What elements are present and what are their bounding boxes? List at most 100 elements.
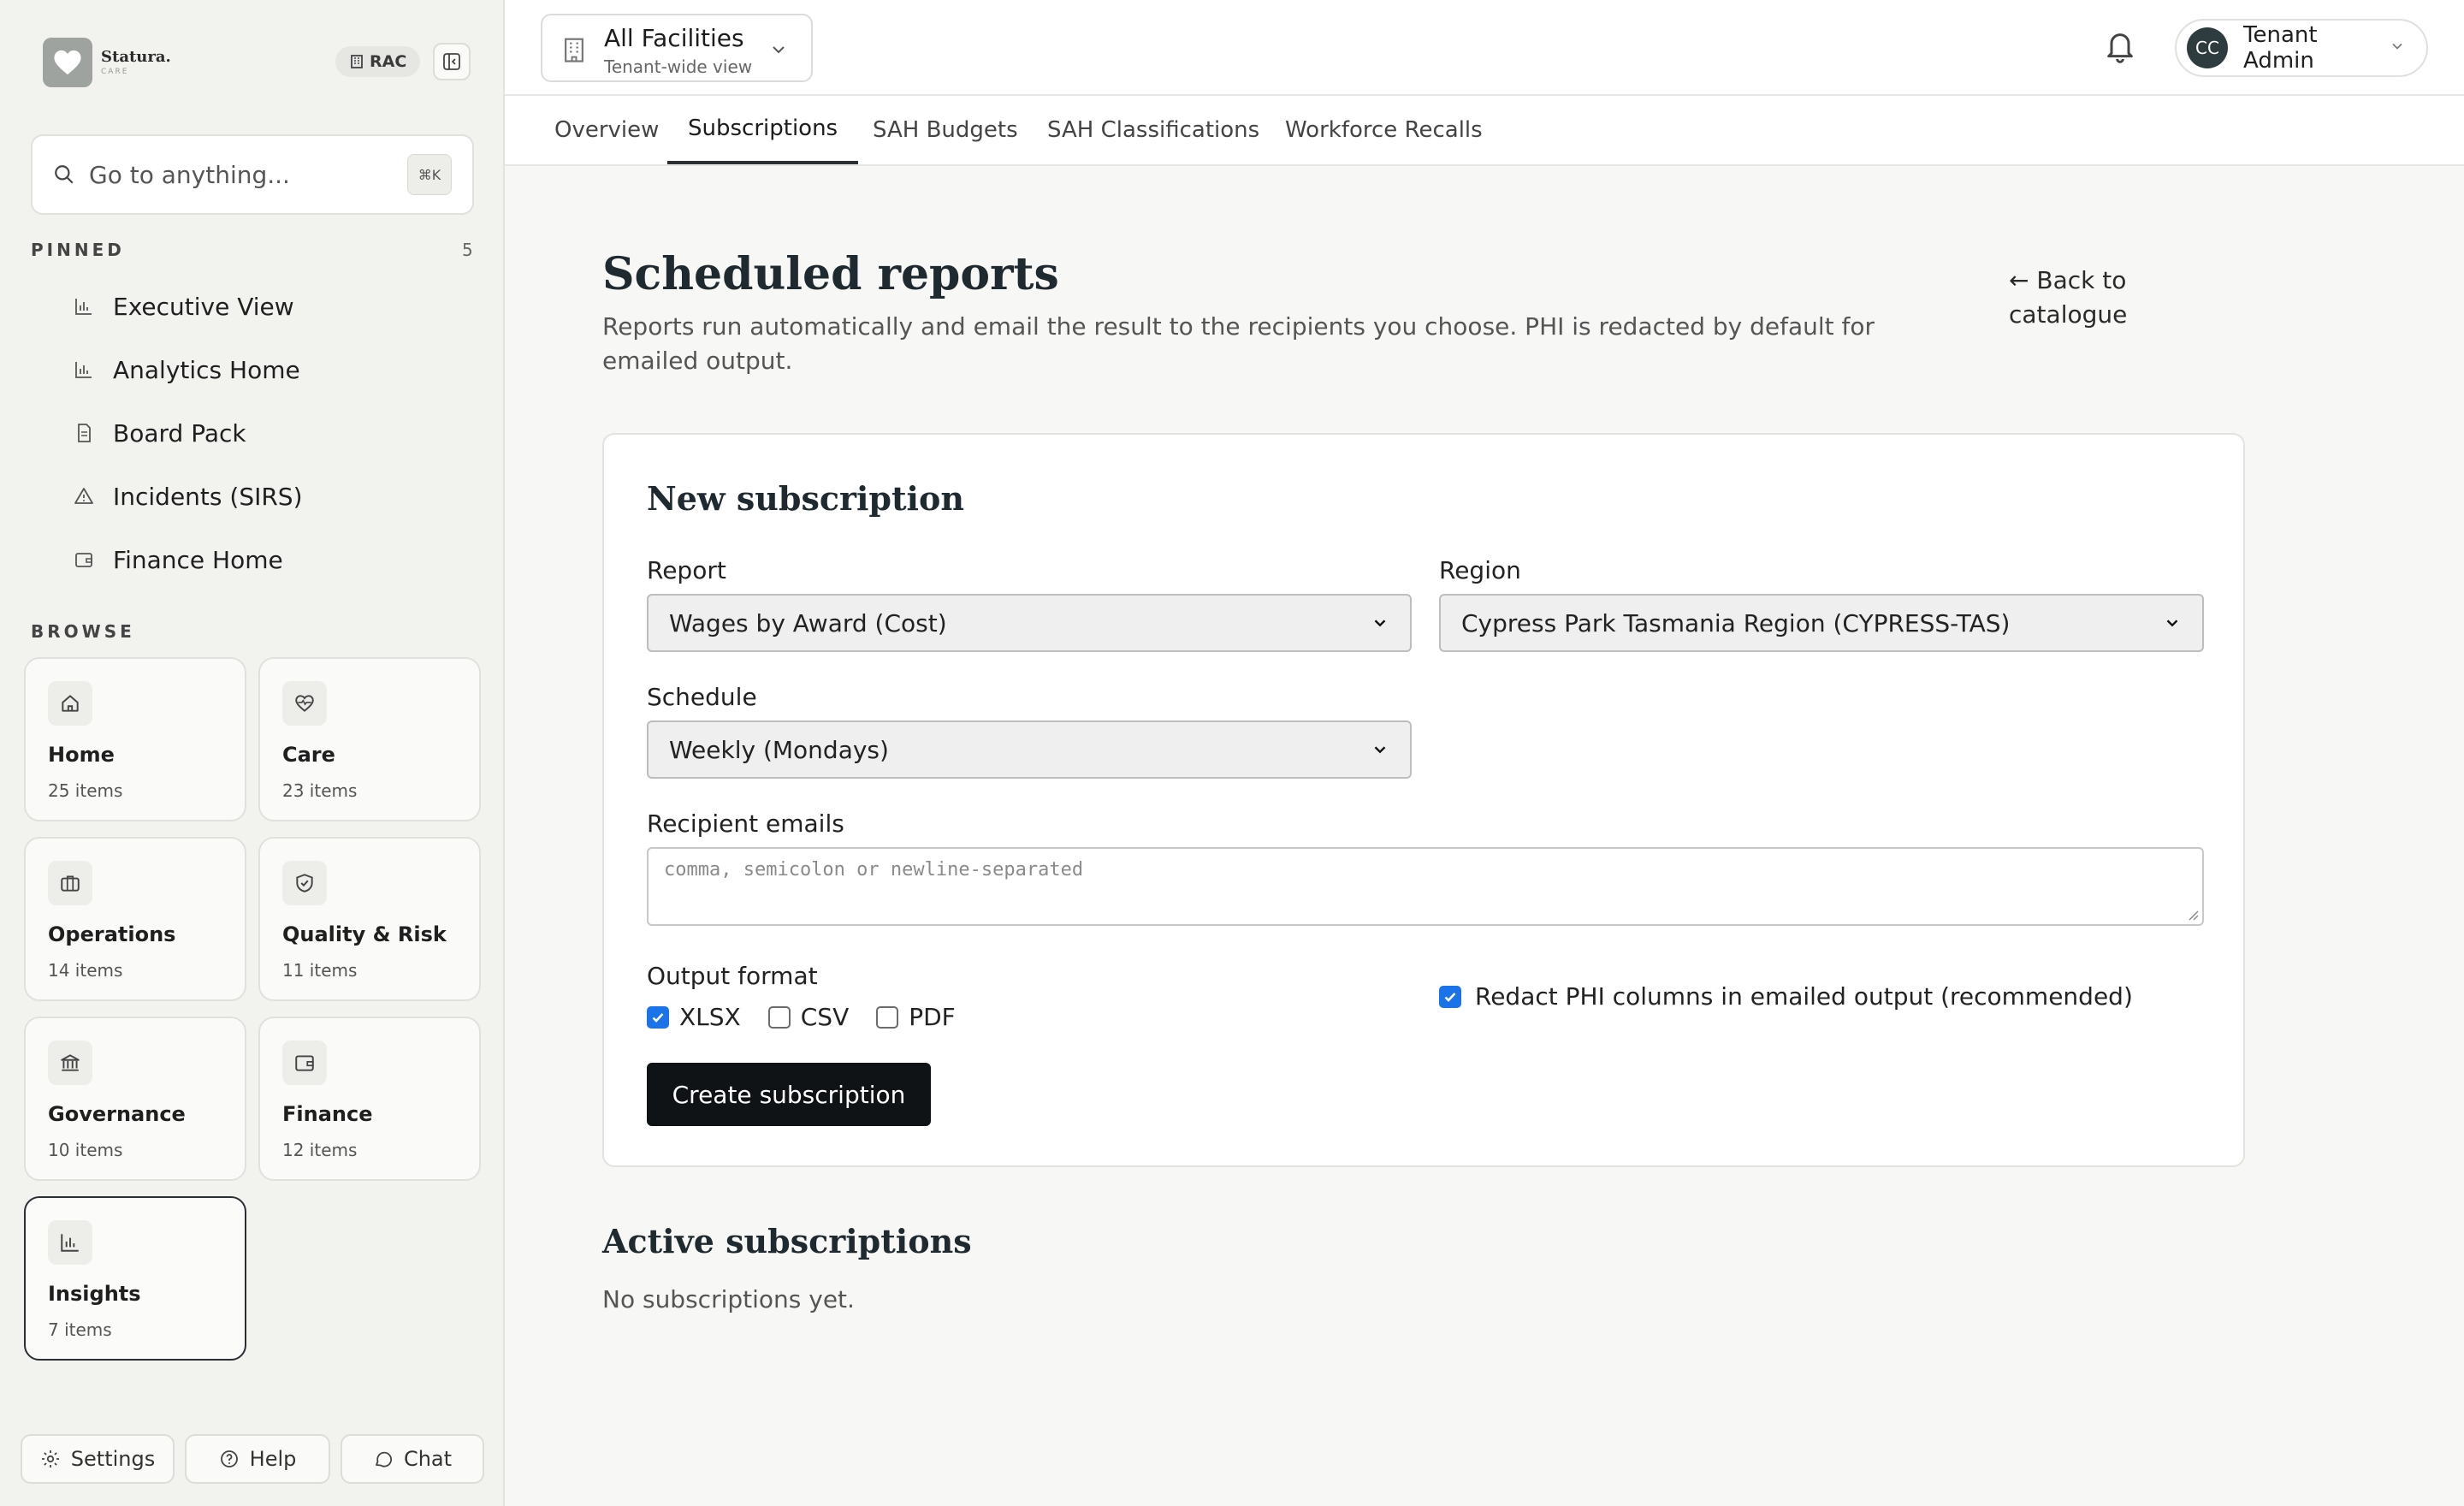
browse-tile-governance[interactable]: Governance 10 items xyxy=(24,1017,246,1181)
tab-subscriptions[interactable]: Subscriptions xyxy=(667,96,859,164)
help-label: Help xyxy=(249,1447,297,1471)
avatar: CC xyxy=(2187,27,2228,68)
chevron-down-icon xyxy=(1374,746,1386,754)
search-icon xyxy=(55,165,74,184)
pdf-label: PDF xyxy=(909,1003,956,1031)
schedule-label: Schedule xyxy=(647,683,757,711)
tile-title: Governance xyxy=(48,1102,186,1126)
chat-label: Chat xyxy=(403,1447,453,1471)
pdf-checkbox[interactable] xyxy=(876,1005,899,1029)
chevron-down-icon xyxy=(768,39,789,63)
format-csv-option[interactable]: CSV xyxy=(767,1003,850,1031)
schedule-select[interactable]: Weekly (Mondays) xyxy=(647,720,1412,779)
pinned-item-executive-view[interactable]: Executive View xyxy=(74,281,294,332)
region-select[interactable]: Cypress Park Tasmania Region (CYPRESS-TA… xyxy=(1439,594,2204,652)
help-button[interactable]: Help xyxy=(185,1434,330,1484)
xlsx-label: XLSX xyxy=(679,1003,741,1031)
pinned-item-board-pack[interactable]: Board Pack xyxy=(74,407,246,459)
pinned-item-label: Board Pack xyxy=(113,418,246,448)
sidebar: Statura. CARE RAC Go to anything... ⌘K P… xyxy=(0,0,505,1506)
redact-phi-checkbox[interactable] xyxy=(1439,985,1461,1008)
settings-button[interactable]: Settings xyxy=(21,1434,175,1484)
collapse-sidebar-button[interactable] xyxy=(433,43,471,80)
browse-tile-insights[interactable]: Insights 7 items xyxy=(24,1196,246,1361)
bell-icon xyxy=(2107,33,2133,63)
browse-tile-finance[interactable]: Finance 12 items xyxy=(258,1017,481,1181)
format-pdf-option[interactable]: PDF xyxy=(876,1003,956,1031)
wallet-icon xyxy=(74,549,99,570)
xlsx-checkbox[interactable] xyxy=(647,1005,669,1029)
home-icon xyxy=(48,681,92,726)
notifications-button[interactable] xyxy=(2103,27,2137,68)
report-select[interactable]: Wages by Award (Cost) xyxy=(647,594,1412,652)
output-format-label: Output format xyxy=(647,962,818,990)
tile-count: 7 items xyxy=(48,1319,112,1340)
user-name: Tenant Admin xyxy=(2243,22,2318,74)
heart-pulse-icon xyxy=(282,681,327,726)
chat-bubble-icon xyxy=(376,1451,392,1467)
search-shortcut: ⌘K xyxy=(407,154,452,195)
tile-count: 11 items xyxy=(282,960,358,981)
sidebar-collapse-icon xyxy=(443,53,460,70)
schedule-select-value: Weekly (Mondays) xyxy=(669,735,889,764)
building-icon xyxy=(351,55,363,68)
browse-tile-operations[interactable]: Operations 14 items xyxy=(24,837,246,1001)
csv-checkbox[interactable] xyxy=(767,1005,791,1029)
pinned-item-label: Finance Home xyxy=(113,545,283,574)
pinned-item-analytics-home[interactable]: Analytics Home xyxy=(74,344,300,395)
tile-count: 12 items xyxy=(282,1140,358,1160)
resize-grip-icon[interactable] xyxy=(2187,909,2199,921)
back-to-catalogue-link[interactable]: ← Back to catalogue xyxy=(2009,264,2171,332)
org-badge[interactable]: RAC xyxy=(335,46,421,77)
create-subscription-button[interactable]: Create subscription xyxy=(647,1063,931,1126)
csv-label: CSV xyxy=(800,1003,850,1031)
global-search[interactable]: Go to anything... ⌘K xyxy=(31,134,474,215)
pinned-item-incidents[interactable]: Incidents (SIRS) xyxy=(74,471,303,522)
tile-title: Quality & Risk xyxy=(282,922,447,946)
briefcase-icon xyxy=(48,861,92,905)
redact-phi-option[interactable]: Redact PHI columns in emailed output (re… xyxy=(1439,982,2133,1011)
facility-subtitle: Tenant-wide view xyxy=(604,56,753,77)
format-xlsx-option[interactable]: XLSX xyxy=(647,1003,741,1031)
gear-icon xyxy=(41,1450,59,1467)
pinned-item-label: Incidents (SIRS) xyxy=(113,482,303,511)
pinned-count: 5 xyxy=(462,240,473,260)
tab-overview[interactable]: Overview xyxy=(554,96,659,164)
report-label: Report xyxy=(647,556,726,584)
region-select-value: Cypress Park Tasmania Region (CYPRESS-TA… xyxy=(1461,608,2011,637)
pinned-item-finance-home[interactable]: Finance Home xyxy=(74,534,283,585)
tab-sah-budgets[interactable]: SAH Budgets xyxy=(873,96,1018,164)
redact-phi-label: Redact PHI columns in emailed output (re… xyxy=(1475,982,2133,1011)
bar-chart-icon xyxy=(48,1220,92,1265)
tab-workforce-recalls[interactable]: Workforce Recalls xyxy=(1285,96,1483,164)
tile-count: 25 items xyxy=(48,780,123,801)
shield-check-icon xyxy=(282,861,327,905)
facility-switcher[interactable]: All Facilities Tenant-wide view xyxy=(541,14,813,82)
tile-title: Insights xyxy=(48,1282,141,1306)
bank-icon xyxy=(48,1041,92,1085)
pinned-item-label: Analytics Home xyxy=(113,355,300,384)
report-select-value: Wages by Award (Cost) xyxy=(669,608,947,637)
recipient-emails-input[interactable]: comma, semicolon or newline-separated xyxy=(647,847,2204,926)
tab-sah-classifications[interactable]: SAH Classifications xyxy=(1047,96,1259,164)
bar-chart-icon xyxy=(74,296,99,317)
page-description: Reports run automatically and email the … xyxy=(602,312,1875,375)
help-icon xyxy=(220,1450,238,1467)
chevron-down-icon xyxy=(2389,38,2406,58)
heart-logo-icon xyxy=(43,38,92,87)
facility-title: All Facilities xyxy=(604,24,744,52)
tile-count: 23 items xyxy=(282,780,358,801)
card-title: New subscription xyxy=(647,479,964,518)
brand-sub: CARE xyxy=(101,67,129,76)
bar-chart-icon xyxy=(74,359,99,380)
brand[interactable]: Statura. CARE xyxy=(43,38,171,87)
browse-tile-home[interactable]: Home 25 items xyxy=(24,657,246,821)
browse-tile-care[interactable]: Care 23 items xyxy=(258,657,481,821)
browse-tile-quality-risk[interactable]: Quality & Risk 11 items xyxy=(258,837,481,1001)
user-menu-button[interactable]: CC Tenant Admin xyxy=(2175,19,2428,77)
chat-button[interactable]: Chat xyxy=(341,1434,484,1484)
org-badge-label: RAC xyxy=(370,52,407,71)
recipients-label: Recipient emails xyxy=(647,809,844,838)
search-input[interactable]: Go to anything... xyxy=(89,161,407,189)
wallet-icon xyxy=(282,1041,327,1085)
